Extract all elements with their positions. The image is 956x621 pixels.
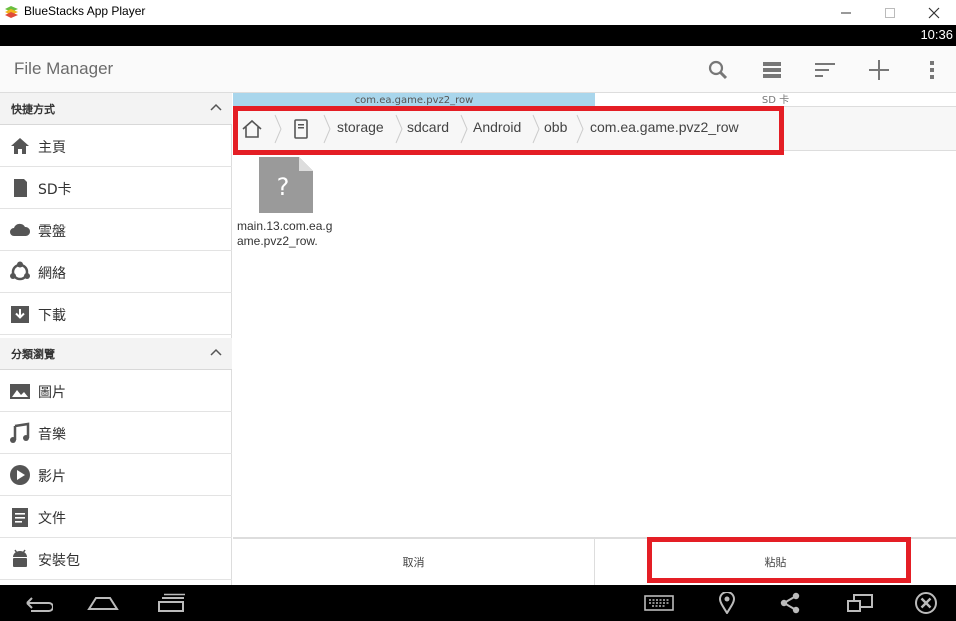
- back-button[interactable]: [21, 589, 55, 617]
- sidebar-item-images[interactable]: 圖片: [0, 370, 232, 412]
- home-icon: [87, 597, 119, 610]
- sidebar-item-label: 雲盤: [38, 224, 66, 240]
- file-item[interactable]: ? main.13.com.ea.game.pvz2_row.: [237, 157, 333, 253]
- location-button[interactable]: [710, 589, 744, 617]
- add-button[interactable]: [863, 54, 895, 86]
- file-name: main.13.com.ea.game.pvz2_row.: [237, 219, 333, 248]
- keyboard-button[interactable]: [642, 589, 676, 617]
- search-icon: [708, 60, 728, 80]
- close-button[interactable]: [911, 0, 956, 25]
- status-time: 10:36: [920, 27, 953, 42]
- sidebar-item-network[interactable]: 網絡: [0, 251, 232, 293]
- cancel-button[interactable]: 取消: [233, 539, 595, 585]
- sidebar-item-label: 音樂: [38, 427, 66, 443]
- tab-current-folder[interactable]: com.ea.game.pvz2_row: [233, 93, 595, 107]
- sidebar-item-videos[interactable]: 影片: [0, 454, 232, 496]
- sidebar-item-label: 影片: [38, 469, 66, 485]
- sidebar-item-sd-card[interactable]: SD卡: [0, 167, 232, 209]
- sidebar-item-music[interactable]: 音樂: [0, 412, 232, 454]
- location-icon: [719, 592, 735, 614]
- android-package-icon: [13, 549, 27, 567]
- android-status-bar: 10:36: [0, 25, 956, 46]
- sidebar-item-cloud[interactable]: 雲盤: [0, 209, 232, 251]
- sidebar-item-label: SD卡: [38, 182, 72, 198]
- maximize-icon: [885, 7, 895, 18]
- tab-sd-card[interactable]: SD 卡: [595, 93, 956, 107]
- svg-text:?: ?: [277, 173, 290, 201]
- section-header-label: 分類瀏覽: [11, 348, 55, 361]
- sidebar-item-label: 主頁: [38, 140, 66, 156]
- section-header-categories[interactable]: 分類瀏覽: [0, 338, 232, 370]
- sidebar-item-label: 文件: [38, 511, 66, 527]
- sidebar-item-documents[interactable]: 文件: [0, 496, 232, 538]
- maximize-button[interactable]: [867, 0, 913, 25]
- sidebar-item-label: 下載: [38, 308, 66, 324]
- document-icon: [12, 508, 28, 527]
- file-browser: com.ea.game.pvz2_row SD 卡 storage sdcard…: [233, 93, 956, 585]
- share-icon: [780, 592, 800, 614]
- overflow-menu-icon: [930, 61, 934, 79]
- android-nav-bar: [0, 585, 956, 621]
- minimize-button[interactable]: [823, 0, 869, 25]
- window-title: BlueStacks App Player: [24, 4, 146, 18]
- network-icon: [10, 261, 30, 281]
- app-action-bar: File Manager: [0, 46, 956, 93]
- sd-card-icon: [14, 179, 27, 197]
- download-icon: [11, 306, 29, 323]
- recents-button[interactable]: [154, 589, 188, 617]
- section-header-shortcuts[interactable]: 快捷方式: [0, 93, 232, 125]
- multi-window-button[interactable]: [843, 589, 877, 617]
- storage-button[interactable]: [756, 54, 788, 86]
- video-icon: [10, 465, 30, 485]
- image-icon: [10, 384, 30, 399]
- unknown-file-icon: ?: [259, 157, 313, 213]
- share-button[interactable]: [773, 589, 807, 617]
- sort-button[interactable]: [809, 54, 841, 86]
- breadcrumb-highlight: [233, 106, 784, 155]
- recents-icon: [158, 593, 185, 612]
- search-button[interactable]: [702, 54, 734, 86]
- back-icon: [26, 597, 53, 612]
- minimize-icon: [841, 12, 851, 13]
- close-app-icon: [915, 592, 937, 614]
- home-icon: [11, 138, 29, 154]
- bluestacks-logo-icon: [5, 6, 18, 18]
- close-app-button[interactable]: [909, 589, 943, 617]
- window-titlebar: BlueStacks App Player: [0, 0, 956, 25]
- sidebar-item-home[interactable]: 主頁: [0, 125, 232, 167]
- tab-strip: com.ea.game.pvz2_row SD 卡: [233, 93, 956, 107]
- music-icon: [10, 422, 30, 443]
- sidebar-item-download[interactable]: 下載: [0, 293, 232, 335]
- sidebar-item-label: 圖片: [38, 385, 66, 401]
- sidebar-item-label: 網絡: [38, 266, 66, 282]
- cloud-icon: [10, 223, 31, 236]
- paste-button-highlight: [647, 537, 911, 583]
- sidebar-item-label: 安裝包: [38, 553, 80, 569]
- close-icon: [928, 7, 940, 18]
- chevron-up-icon: [210, 103, 222, 111]
- app-title: File Manager: [14, 59, 114, 78]
- overflow-menu-button[interactable]: [916, 54, 948, 86]
- multi-window-icon: [847, 594, 873, 612]
- chevron-up-icon: [210, 348, 222, 356]
- home-button[interactable]: [86, 589, 120, 617]
- sort-icon: [815, 63, 835, 77]
- add-icon: [869, 60, 889, 80]
- sidebar: 快捷方式 主頁 SD卡 雲盤 網絡 下載 分類瀏覽 圖片 音樂 影片 文件 安裝…: [0, 93, 232, 585]
- keyboard-icon: [644, 595, 674, 611]
- storage-icon: [763, 62, 781, 78]
- section-header-label: 快捷方式: [11, 103, 55, 116]
- sidebar-item-apk[interactable]: 安裝包: [0, 538, 232, 580]
